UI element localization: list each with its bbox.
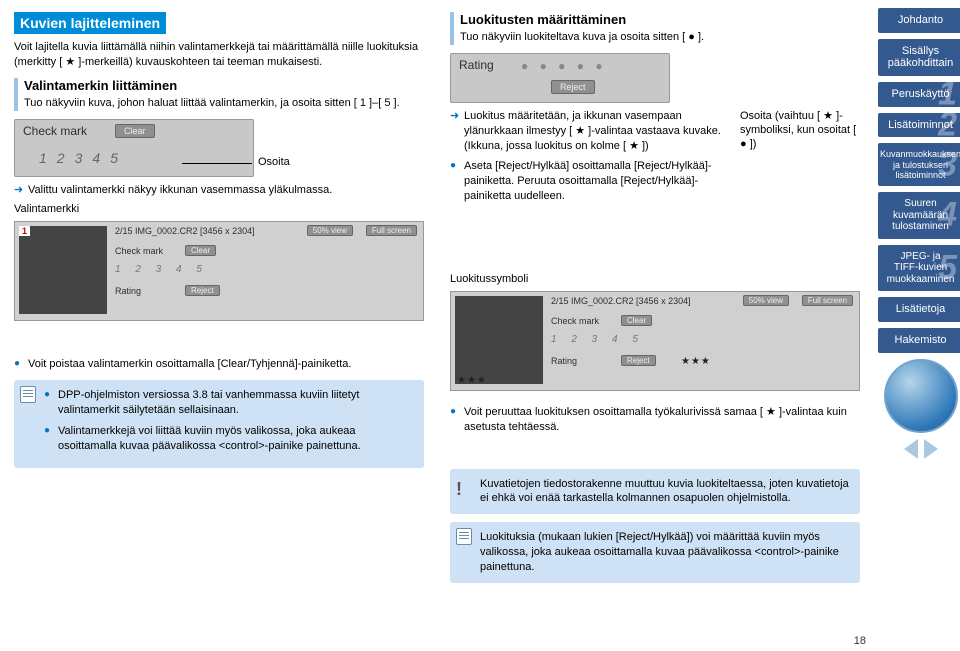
nav-intro[interactable]: Johdanto: [878, 8, 960, 33]
shot-rating-r: Rating: [551, 356, 577, 366]
note-left-a: DPP-ohjelmiston versiossa 3.8 tai vanhem…: [44, 388, 414, 418]
warn-right: ! Kuvatietojen tiedostorakenne muuttuu k…: [450, 469, 860, 515]
sub-body-rating: Tuo näkyviin luokiteltava kuva ja osoita…: [460, 30, 860, 45]
sub-title-rating: Luokitusten määrittäminen: [460, 12, 860, 27]
note-icon-r: [456, 528, 472, 545]
shot-rating: Rating: [115, 286, 141, 296]
fig-checkmark-panel: Check mark Clear 1 2 3 4 5: [14, 119, 254, 177]
nav-index[interactable]: Hakemisto: [878, 328, 960, 353]
note-right: Luokituksia (mukaan lukien [Reject/Hylkä…: [450, 522, 860, 583]
bullet-remove-mark: Voit poistaa valintamerkin osoittamalla …: [14, 357, 424, 372]
warning-icon: !: [456, 477, 462, 501]
note-left-b: Valintamerkkejä voi liittää kuviin myös …: [44, 424, 414, 454]
btn-reject[interactable]: Reject: [185, 285, 220, 296]
nav-basic[interactable]: Peruskäyttö1: [878, 82, 960, 107]
nav-prev-icon[interactable]: [904, 439, 918, 459]
bullet-undo-rating: Voit peruuttaa luokituksen osoittamalla …: [450, 405, 860, 435]
shot-info-r: 2/15 IMG_0002.CR2 [3456 x 2304]: [551, 296, 691, 306]
btn-clear-r[interactable]: Clear: [621, 315, 652, 326]
sub-body-attach: Tuo näkyviin kuva, johon haluat liittää …: [24, 96, 424, 111]
sub-title-attach: Valintamerkin liittäminen: [24, 78, 424, 93]
mark-5[interactable]: 5: [110, 150, 118, 166]
fig-rating-panel: Rating Reject ● ● ● ● ●: [450, 53, 670, 103]
shot-check-r: Check mark: [551, 316, 599, 326]
bullet-reject: Aseta [Reject/Hylkää] osoittamalla [Reje…: [450, 159, 860, 204]
fig-wide-right: 2/15 IMG_0002.CR2 [3456 x 2304] 50% view…: [450, 291, 860, 391]
warn-text: Kuvatietojen tiedostorakenne muuttuu kuv…: [480, 478, 849, 505]
page-number: 18: [854, 635, 866, 647]
col-right: Luokitusten määrittäminen Tuo näkyviin l…: [450, 12, 860, 591]
col-left: Kuvien lajitteleminen Voit lajitella kuv…: [14, 12, 424, 591]
nav-jpeg-tiff[interactable]: JPEG- ja TIFF-kuvien muokkaaminen5: [878, 245, 960, 292]
nav-lens-button[interactable]: [884, 359, 958, 433]
step-rating: Luokitusten määrittäminen Tuo näkyviin l…: [450, 12, 860, 45]
intro-left: Voit lajitella kuvia liittämällä niihin …: [14, 40, 424, 70]
nav-advanced[interactable]: Lisätoiminnot2: [878, 113, 960, 138]
stars-row: ★★★: [681, 356, 711, 367]
heading-sort: Kuvien lajitteleminen: [14, 12, 166, 34]
note-left: DPP-ohjelmiston versiossa 3.8 tai vanhem…: [14, 380, 424, 467]
note-icon: [20, 386, 36, 403]
info-rating-set: Luokitus määritetään, ja ikkunan vasempa…: [450, 109, 860, 154]
btn-reject-r[interactable]: Reject: [621, 355, 656, 366]
btn-clear2[interactable]: Clear: [185, 245, 216, 256]
mark-2[interactable]: 2: [57, 150, 65, 166]
nav-edit-print[interactable]: Kuvanmuokkauksen ja tulostuksen lisätoim…: [878, 143, 960, 186]
fig-btn-clear[interactable]: Clear: [115, 124, 155, 138]
btn-50-r[interactable]: 50% view: [743, 295, 789, 306]
nav-more-info[interactable]: Lisätietoja: [878, 297, 960, 322]
stars-badge: ★★★: [457, 375, 487, 386]
thumbnail-r: [455, 296, 543, 384]
nav-contents[interactable]: Sisällys pääkohdittain: [878, 39, 960, 76]
info-selected-mark: Valittu valintamerkki näkyy ikkunan vase…: [14, 183, 424, 198]
thumbnail: [19, 226, 107, 314]
nav-large-print[interactable]: Suuren kuvamäärän tulostaminen4: [878, 192, 960, 239]
btn-50[interactable]: 50% view: [307, 225, 353, 236]
step-attach-mark: Valintamerkin liittäminen Tuo näkyviin k…: [14, 78, 424, 111]
mark-4[interactable]: 4: [92, 150, 100, 166]
fig-label-rating: Rating: [459, 58, 494, 72]
note-right-text: Luokituksia (mukaan lukien [Reject/Hylkä…: [480, 531, 839, 573]
mark-3[interactable]: 3: [75, 150, 83, 166]
btn-full-r[interactable]: Full screen: [802, 295, 853, 306]
sidebar: Johdanto Sisällys pääkohdittain Peruskäy…: [874, 0, 960, 651]
fig-wide-left: 1 2/15 IMG_0002.CR2 [3456 x 2304] 50% vi…: [14, 221, 424, 321]
fig-btn-reject[interactable]: Reject: [551, 80, 595, 94]
shot-check: Check mark: [115, 246, 163, 256]
nav-next-icon[interactable]: [924, 439, 938, 459]
label-marker: Valintamerkki: [14, 203, 424, 215]
btn-full[interactable]: Full screen: [366, 225, 417, 236]
mark-1[interactable]: 1: [39, 150, 47, 166]
fig-label-check: Check mark: [23, 124, 87, 138]
shot-info: 2/15 IMG_0002.CR2 [3456 x 2304]: [115, 226, 255, 236]
callout-osoita: Osoita: [258, 156, 290, 168]
badge-1: 1: [19, 226, 30, 236]
label-rating-symbol: Luokitussymboli: [450, 273, 860, 285]
